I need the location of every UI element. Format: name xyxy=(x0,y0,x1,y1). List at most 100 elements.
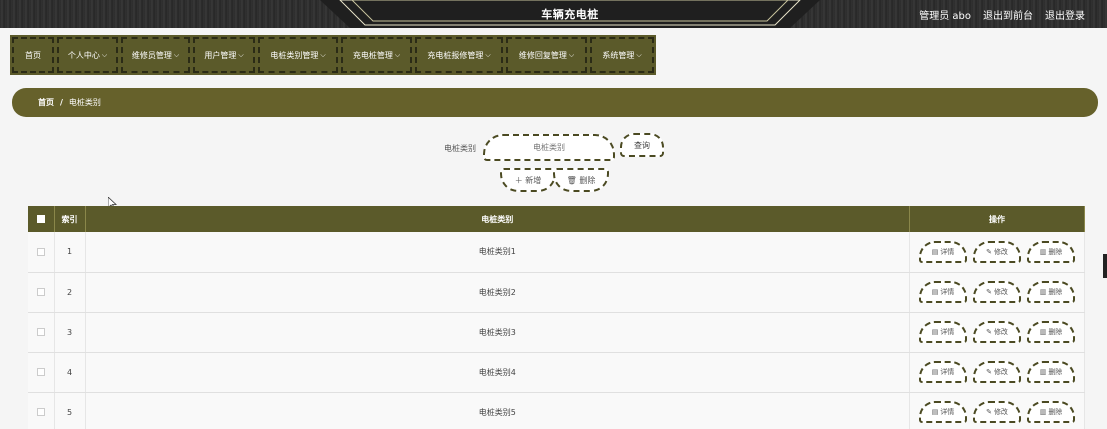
nav-repair-reply-management[interactable]: 维修回复管理 ⌵ xyxy=(504,35,589,75)
breadcrumb-home[interactable]: 首页 xyxy=(38,97,54,108)
detail-button[interactable]: ▤ 详情 xyxy=(919,321,967,343)
batch-delete-button[interactable]: 🗑 删除 xyxy=(553,168,609,192)
table-row: 3 电桩类别3 ▤ 详情 ✎ 修改 ▥ 删除 xyxy=(28,312,1085,353)
row-index: 5 xyxy=(54,392,86,429)
nav-label: 首页 xyxy=(25,50,41,60)
edit-button[interactable]: ✎ 修改 xyxy=(973,321,1021,343)
edit-button[interactable]: ✎ 修改 xyxy=(973,240,1021,263)
delete-button[interactable]: ▥ 删除 xyxy=(1027,240,1075,263)
breadcrumb-current: 电桩类别 xyxy=(68,98,101,107)
exit-to-frontend-link[interactable]: 退出到前台 xyxy=(983,7,1033,22)
row-index: 1 xyxy=(54,232,86,273)
delete-label: 删除 xyxy=(1048,408,1063,416)
nav-label: 充电桩报修管理 xyxy=(427,50,484,60)
add-button[interactable]: ＋ 新增 xyxy=(500,168,556,192)
chevron-down-icon: ⌵ xyxy=(173,50,180,59)
logout-link[interactable]: 退出登录 xyxy=(1045,7,1085,22)
select-all-checkbox[interactable] xyxy=(36,215,45,223)
side-drag-handle[interactable] xyxy=(1103,254,1107,278)
nav-label: 个人中心 xyxy=(67,50,100,60)
delete-button[interactable]: ▥ 删除 xyxy=(1027,401,1075,423)
edit-label: 修改 xyxy=(993,368,1008,376)
title-plate: 车辆充电桩 xyxy=(320,0,820,28)
delete-label: 删除 xyxy=(1048,247,1063,256)
delete-label: 删除 xyxy=(1048,288,1063,296)
row-checkbox[interactable] xyxy=(36,368,45,376)
edit-label: 修改 xyxy=(993,408,1008,416)
query-button[interactable]: 查询 xyxy=(620,133,664,157)
chevron-down-icon: ⌵ xyxy=(485,50,491,59)
detail-button[interactable]: ▤ 详情 xyxy=(919,401,967,423)
chevron-down-icon: ⌵ xyxy=(101,50,108,59)
query-button-label: 查询 xyxy=(634,140,650,150)
document-icon: ▤ xyxy=(931,328,939,336)
category-table: 索引 电桩类别 操作 1 电桩类别1 ▤ 详情 ✎ 修改 ▥ 删除 2 电桩类别2 ▤… xyxy=(28,206,1085,429)
header-index: 索引 xyxy=(54,206,86,232)
delete-button[interactable]: ▥ 删除 xyxy=(1027,361,1075,383)
row-check-cell xyxy=(28,312,55,353)
row-category: 电桩类别1 xyxy=(85,232,910,273)
detail-button[interactable]: ▤ 详情 xyxy=(919,361,967,383)
row-ops: ▤ 详情 ✎ 修改 ▥ 删除 xyxy=(910,281,1084,303)
nav-system-management[interactable]: 系统管理 ⌵ xyxy=(588,35,656,75)
chevron-down-icon: ⌵ xyxy=(238,50,244,59)
detail-button[interactable]: ▤ 详情 xyxy=(919,281,967,303)
row-checkbox[interactable] xyxy=(36,328,45,336)
nav-personal-center[interactable]: 个人中心 ⌵ xyxy=(55,35,120,75)
select-all-cell xyxy=(28,206,55,232)
row-category: 电桩类别4 xyxy=(85,352,910,393)
row-category: 电桩类别5 xyxy=(85,392,910,429)
delete-button[interactable]: ▥ 删除 xyxy=(1027,281,1075,303)
edit-label: 修改 xyxy=(993,247,1008,256)
row-ops-cell: ▤ 详情 ✎ 修改 ▥ 删除 xyxy=(909,272,1085,313)
trash-icon: ▥ xyxy=(1039,288,1047,296)
nav-charging-pile-management[interactable]: 充电桩管理 ⌵ xyxy=(339,35,414,75)
nav-home[interactable]: 首页 xyxy=(10,35,56,75)
row-checkbox[interactable] xyxy=(36,247,45,256)
nav-repairman-management[interactable]: 维修员管理 ⌵ xyxy=(119,35,192,75)
table-row: 1 电桩类别1 ▤ 详情 ✎ 修改 ▥ 删除 xyxy=(28,232,1085,273)
detail-label: 详情 xyxy=(940,247,955,256)
row-ops: ▤ 详情 ✎ 修改 ▥ 删除 xyxy=(910,240,1084,263)
document-icon: ▤ xyxy=(931,288,939,296)
row-checkbox[interactable] xyxy=(36,408,45,416)
nav-label: 维修员管理 xyxy=(131,50,172,60)
detail-button[interactable]: ▤ 详情 xyxy=(919,240,967,263)
search-field[interactable] xyxy=(483,134,615,161)
row-category: 电桩类别3 xyxy=(85,312,910,353)
chevron-down-icon: ⌵ xyxy=(568,50,575,59)
row-check-cell xyxy=(28,392,55,429)
document-icon: ▤ xyxy=(931,408,939,416)
edit-button[interactable]: ✎ 修改 xyxy=(973,281,1021,303)
header-ops: 操作 xyxy=(909,206,1085,232)
breadcrumb-separator: / xyxy=(60,98,63,107)
plus-icon: ＋ xyxy=(514,175,526,185)
pencil-icon: ✎ xyxy=(986,328,992,336)
nav-pile-category-management[interactable]: 电桩类别管理 ⌵ xyxy=(256,35,340,75)
trash-icon: ▥ xyxy=(1039,328,1047,336)
nav-repair-report-management[interactable]: 充电桩报修管理 ⌵ xyxy=(413,35,505,75)
edit-button[interactable]: ✎ 修改 xyxy=(973,401,1021,423)
chevron-down-icon: ⌵ xyxy=(636,50,642,59)
table-body: 1 电桩类别1 ▤ 详情 ✎ 修改 ▥ 删除 2 电桩类别2 ▤ 详情 ✎ 修改 ▥ 删除 … xyxy=(28,232,1085,429)
detail-label: 详情 xyxy=(940,328,955,336)
row-check-cell xyxy=(28,272,55,313)
trash-icon: ▥ xyxy=(1039,247,1047,256)
nav-user-management[interactable]: 用户管理 ⌵ xyxy=(191,35,257,75)
row-index: 3 xyxy=(54,312,86,353)
pencil-icon: ✎ xyxy=(986,408,992,416)
delete-button[interactable]: ▥ 删除 xyxy=(1027,321,1075,343)
edit-button[interactable]: ✎ 修改 xyxy=(973,361,1021,383)
chevron-down-icon: ⌵ xyxy=(394,50,401,59)
row-checkbox[interactable] xyxy=(36,288,45,296)
row-category: 电桩类别2 xyxy=(85,272,910,313)
top-right-links: 管理员 abo 退出到前台 退出登录 xyxy=(919,7,1085,22)
search-label: 电桩类别 xyxy=(444,144,476,153)
row-ops-cell: ▤ 详情 ✎ 修改 ▥ 删除 xyxy=(909,352,1085,393)
nav-label: 维修回复管理 xyxy=(518,50,567,60)
nav-label: 充电桩管理 xyxy=(352,50,393,60)
edit-label: 修改 xyxy=(993,288,1008,296)
row-ops-cell: ▤ 详情 ✎ 修改 ▥ 删除 xyxy=(909,232,1085,273)
search-input[interactable] xyxy=(485,136,613,159)
pencil-icon: ✎ xyxy=(986,247,992,256)
